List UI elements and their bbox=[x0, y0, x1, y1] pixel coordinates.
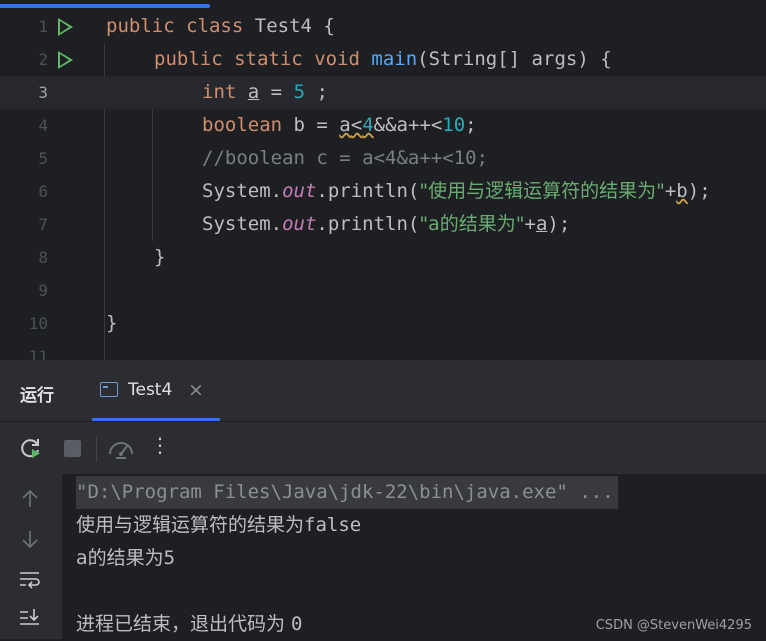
line-number: 11 bbox=[28, 347, 48, 360]
method-name: main bbox=[371, 48, 418, 70]
operator: + bbox=[664, 180, 677, 202]
code-line-7[interactable]: 7 System.out.println("a的结果为"+a); bbox=[0, 208, 766, 241]
call-end: ); bbox=[687, 180, 711, 202]
run-tool-window: 运行 Test4 × ⋮ "D:\Program Files\Java\jdk-… bbox=[0, 361, 766, 639]
console-icon bbox=[100, 382, 118, 397]
keyword: int bbox=[202, 81, 237, 103]
scroll-down-icon[interactable] bbox=[19, 528, 41, 554]
brace: } bbox=[154, 246, 166, 268]
tab-label: Test4 bbox=[128, 380, 173, 400]
string-literal: "a的结果为" bbox=[419, 213, 525, 235]
method-call: .println( bbox=[316, 213, 420, 235]
output-value: 5 bbox=[163, 547, 176, 569]
field-ref: out bbox=[282, 180, 317, 202]
keyword: void bbox=[314, 48, 360, 70]
run-tab-bar: 运行 Test4 × bbox=[0, 361, 766, 421]
code-line-5[interactable]: 5 //boolean c = a<4&a++<10; bbox=[0, 142, 766, 175]
number: 10 bbox=[442, 114, 466, 136]
line-number: 9 bbox=[38, 281, 48, 300]
line-number: 4 bbox=[38, 116, 48, 135]
comment: //boolean c = a<4&a++<10; bbox=[202, 147, 488, 169]
output-text: 使用与逻辑运算符的结果为 bbox=[76, 514, 305, 536]
operator: = bbox=[259, 81, 294, 103]
line-number: 8 bbox=[38, 248, 48, 267]
brace: } bbox=[106, 312, 118, 334]
expression: &&a++< bbox=[373, 114, 443, 136]
keyword: boolean bbox=[202, 114, 283, 136]
number: 4 bbox=[362, 114, 374, 136]
run-class-icon[interactable] bbox=[58, 18, 73, 36]
keyword: public bbox=[154, 48, 223, 70]
console-exit-line: 进程已结束，退出代码为 0 bbox=[76, 608, 303, 641]
code-line-1[interactable]: 1 public class Test4 { bbox=[0, 10, 766, 43]
code-line-10[interactable]: 10 } bbox=[0, 307, 766, 340]
code-line-6[interactable]: 6 System.out.println("使用与逻辑运算符的结果为"+b); bbox=[0, 175, 766, 208]
scroll-to-end-icon[interactable] bbox=[18, 606, 42, 634]
watermark: CSDN @StevenWei4295 bbox=[595, 618, 752, 633]
number: 5 bbox=[293, 81, 306, 103]
code-line-11[interactable]: 11 bbox=[0, 340, 766, 360]
class-ref: System. bbox=[202, 180, 283, 202]
line-number: 3 bbox=[38, 83, 48, 102]
profiler-icon[interactable] bbox=[107, 435, 133, 461]
output-value: false bbox=[304, 514, 362, 536]
line-number: 10 bbox=[28, 314, 48, 333]
semicolon: ; bbox=[465, 114, 477, 136]
code-line-9[interactable]: 9 bbox=[0, 274, 766, 307]
code-editor[interactable]: 1 public class Test4 { 2 public static v… bbox=[0, 0, 766, 360]
console-gutter bbox=[0, 474, 62, 639]
string-literal: "使用与逻辑运算符的结果为" bbox=[419, 180, 665, 202]
line-number: 7 bbox=[38, 215, 48, 234]
field-ref: out bbox=[282, 213, 317, 235]
operator: + bbox=[524, 213, 536, 235]
console-command-line: "D:\Program Files\Java\jdk-22\bin\java.e… bbox=[76, 476, 618, 509]
variable: b bbox=[676, 180, 688, 202]
exit-text: 进程已结束，退出代码为 bbox=[76, 613, 292, 635]
run-panel-title: 运行 bbox=[20, 386, 54, 406]
run-main-icon[interactable] bbox=[58, 51, 73, 69]
keyword: class bbox=[186, 15, 244, 37]
call-end: ); bbox=[547, 213, 571, 235]
class-ref: System. bbox=[202, 213, 283, 235]
line-number: 1 bbox=[38, 17, 48, 36]
code-line-4[interactable]: 4 boolean b = a<4&&a++<10; bbox=[0, 109, 766, 142]
keyword: public bbox=[106, 15, 175, 37]
operator: < bbox=[350, 114, 363, 136]
code-line-8[interactable]: 8 } bbox=[0, 241, 766, 274]
variable: a bbox=[247, 81, 260, 103]
tab-test4[interactable]: Test4 × bbox=[92, 361, 220, 421]
editor-scroll-indicator bbox=[0, 4, 210, 8]
console-output[interactable]: "D:\Program Files\Java\jdk-22\bin\java.e… bbox=[62, 474, 766, 639]
console-output-line-1: 使用与逻辑运算符的结果为false bbox=[76, 509, 361, 542]
variable: a bbox=[535, 213, 548, 235]
stop-icon[interactable] bbox=[60, 435, 86, 461]
variable: a bbox=[339, 114, 351, 136]
line-number: 2 bbox=[38, 50, 48, 69]
class-name: Test4 bbox=[254, 15, 312, 37]
brace: { bbox=[323, 15, 335, 37]
line-number: 6 bbox=[38, 182, 48, 201]
soft-wrap-icon[interactable] bbox=[18, 568, 42, 594]
exit-code: 0 bbox=[291, 613, 303, 635]
scroll-up-icon[interactable] bbox=[19, 488, 41, 514]
rerun-icon[interactable] bbox=[18, 435, 44, 461]
line-number: 5 bbox=[38, 149, 48, 168]
method-params: (String[] args) { bbox=[417, 48, 612, 70]
code-line-3[interactable]: 3 int a = 5 ; bbox=[0, 76, 766, 109]
keyword: static bbox=[234, 48, 303, 70]
code-line-2[interactable]: 2 public static void main(String[] args)… bbox=[0, 43, 766, 76]
semicolon: ; bbox=[305, 81, 328, 103]
output-text: a的结果为 bbox=[76, 547, 164, 569]
toolbar-separator bbox=[96, 436, 97, 462]
close-icon[interactable]: × bbox=[188, 379, 204, 401]
run-toolbar: ⋮ bbox=[0, 421, 766, 474]
method-call: .println( bbox=[316, 180, 420, 202]
console-output-line-2: a的结果为5 bbox=[76, 542, 175, 575]
declaration: b = bbox=[282, 114, 340, 136]
more-options-icon[interactable]: ⋮ bbox=[150, 433, 170, 457]
